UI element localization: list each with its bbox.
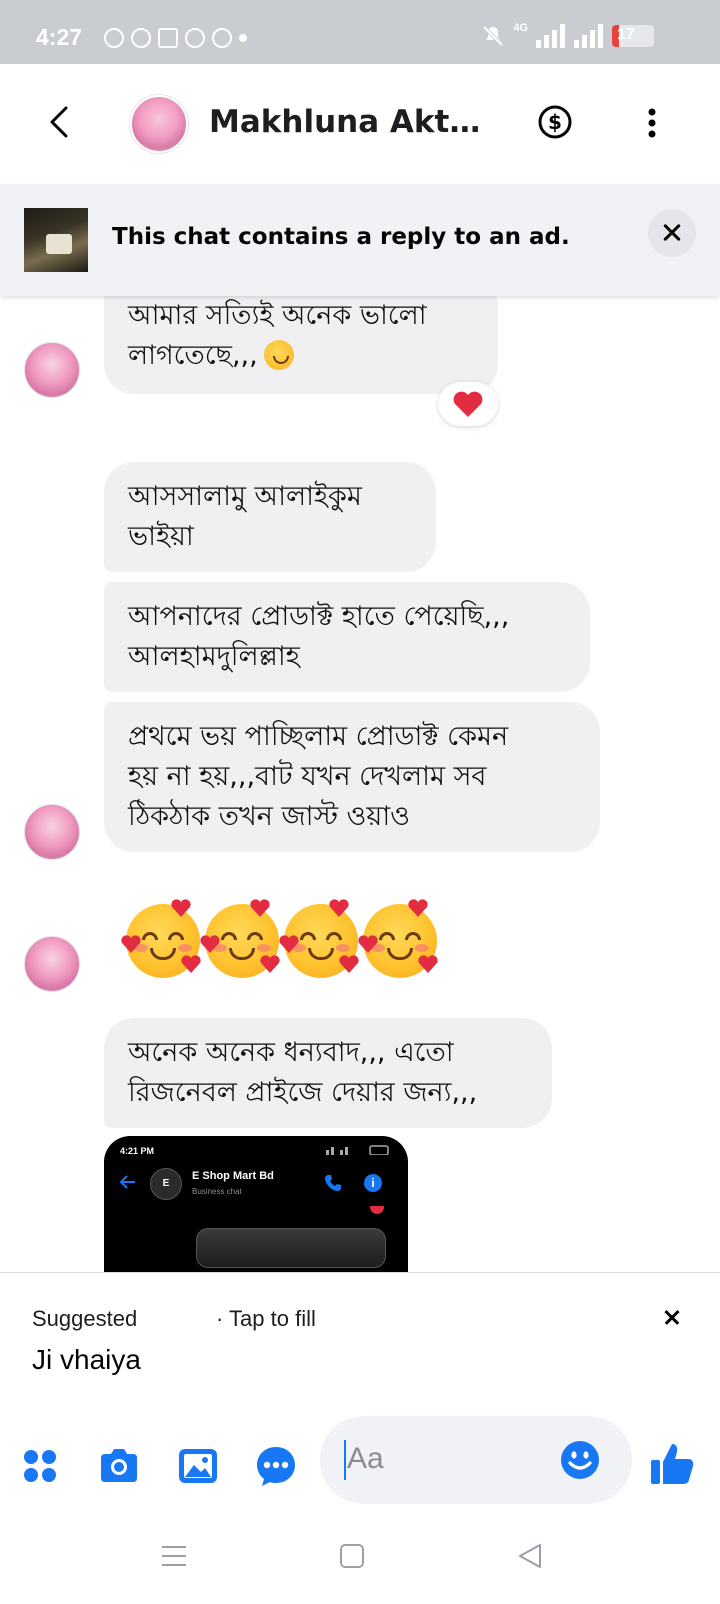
smiling-face-with-hearts-icon bbox=[200, 899, 280, 978]
close-suggestion-button[interactable] bbox=[660, 1306, 684, 1330]
message-line: রিজনেবল প্রাইজে দেয়ার জন্য,,, bbox=[128, 1077, 478, 1108]
message-bubble-icon[interactable] bbox=[254, 1444, 298, 1488]
ad-thumbnail[interactable] bbox=[24, 208, 88, 272]
attachment-preview-card bbox=[196, 1228, 386, 1268]
attachment-status-time: 4:21 PM bbox=[120, 1146, 155, 1156]
battery-level: 17 bbox=[617, 26, 635, 43]
message-line: আলহামদুলিল্লাহ bbox=[128, 641, 300, 672]
dollar-icon[interactable]: $ bbox=[538, 105, 572, 139]
info-icon: i bbox=[364, 1174, 382, 1192]
message-line: হয় না হয়,,,বাট যখন দেখলাম সব bbox=[128, 761, 487, 792]
ad-banner-text: This chat contains a reply to an ad. bbox=[112, 224, 570, 250]
sender-avatar[interactable] bbox=[24, 342, 80, 398]
sender-avatar[interactable] bbox=[24, 804, 80, 860]
message-bubble[interactable]: অনেক অনেক ধন্যবাদ,,, এতো রিজনেবল প্রাইজে… bbox=[104, 1018, 552, 1128]
notification-icons bbox=[104, 28, 247, 48]
message-bubble[interactable]: আমার সত্যিই অনেক ভালো লাগতেছে,,, bbox=[104, 296, 498, 394]
message-line: আসসালামু আলাইকুম bbox=[128, 481, 362, 512]
system-indicators: 4G 17 bbox=[481, 22, 654, 48]
message-line: ভাইয়া bbox=[128, 521, 194, 552]
ad-reply-banner: This chat contains a reply to an ad. bbox=[0, 184, 720, 296]
call-icon bbox=[325, 1175, 341, 1191]
emoji-picker-icon[interactable] bbox=[560, 1440, 600, 1480]
status-time: 4:27 bbox=[36, 24, 83, 50]
sender-avatar[interactable] bbox=[24, 936, 80, 992]
message-line: অনেক অনেক ধন্যবাদ,,, এতো bbox=[128, 1037, 454, 1068]
attachment-status-icons bbox=[326, 1145, 389, 1155]
network-type: 4G bbox=[513, 22, 528, 34]
message-bubble[interactable]: আসসালামু আলাইকুম ভাইয়া bbox=[104, 462, 436, 572]
camera-icon[interactable] bbox=[97, 1444, 141, 1488]
suggested-label: Suggested bbox=[32, 1306, 138, 1331]
battery-indicator: 17 bbox=[612, 25, 654, 47]
back-arrow-icon[interactable] bbox=[44, 104, 74, 140]
business-logo: E bbox=[150, 1168, 182, 1200]
message-list[interactable]: আমার সত্যিই অনেক ভালো লাগতেছে,,, আসসালাম… bbox=[0, 296, 720, 1272]
message-reaction[interactable] bbox=[438, 382, 498, 426]
message-line: ঠিকঠাক তখন জাস্ট ওয়াও bbox=[128, 801, 411, 832]
smiling-face-with-hearts-icon bbox=[121, 899, 201, 978]
message-line: আপনাদের প্রোডাক্ট হাতে পেয়েছি,,, bbox=[128, 601, 510, 632]
message-line: আমার সত্যিই অনেক ভালো bbox=[128, 300, 427, 331]
contact-name[interactable]: Makhluna Akt… bbox=[209, 104, 480, 140]
facebook-icon bbox=[158, 28, 178, 48]
chat-bubble-icon bbox=[212, 28, 232, 48]
smiling-face-with-hearts-icon bbox=[358, 899, 438, 978]
message-line: প্রথমে ভয় পাচ্ছিলাম প্রোডাক্ট কেমন bbox=[128, 721, 509, 752]
more-options-icon[interactable] bbox=[648, 108, 656, 138]
home-icon[interactable] bbox=[338, 1542, 366, 1570]
signal-icon bbox=[536, 24, 565, 48]
image-attachment[interactable]: 4:21 PM E E Shop Mart Bd Business chat i bbox=[104, 1136, 408, 1272]
suggested-reply[interactable]: Ji vhaiya bbox=[32, 1344, 141, 1376]
message-bubble[interactable]: প্রথমে ভয় পাচ্ছিলাম প্রোডাক্ট কেমন হয় … bbox=[104, 702, 600, 852]
back-icon[interactable] bbox=[516, 1542, 544, 1570]
smiling-face-with-hearts-icon bbox=[263, 340, 294, 370]
svg-text:$: $ bbox=[548, 110, 562, 134]
heart-reaction-icon bbox=[453, 391, 483, 417]
business-name: E Shop Mart Bd bbox=[192, 1170, 274, 1182]
message-bubble[interactable]: আপনাদের প্রোডাক্ট হাতে পেয়েছি,,, আলহামদ… bbox=[104, 582, 590, 692]
recent-apps-icon[interactable] bbox=[160, 1542, 188, 1570]
wechat-icon bbox=[104, 28, 124, 48]
text-cursor bbox=[344, 1440, 346, 1480]
composer-divider bbox=[0, 1272, 720, 1273]
tap-to-fill-hint: · Tap to fill bbox=[216, 1306, 316, 1331]
attachment-back-arrow-icon bbox=[119, 1175, 135, 1189]
more-notifications-dot bbox=[239, 34, 247, 42]
like-button-icon[interactable] bbox=[648, 1440, 696, 1488]
mute-icon bbox=[482, 25, 504, 47]
contact-avatar[interactable] bbox=[130, 95, 188, 153]
smiling-face-with-hearts-icon bbox=[279, 899, 359, 978]
gallery-icon[interactable] bbox=[176, 1444, 220, 1488]
message-line: লাগতেছে,,, bbox=[128, 340, 258, 371]
whatsapp-icon bbox=[131, 28, 151, 48]
message-input[interactable]: Aa bbox=[320, 1416, 632, 1504]
apps-menu-icon[interactable] bbox=[18, 1444, 62, 1488]
message-line-with-emoji: লাগতেছে,,, bbox=[128, 336, 474, 376]
signal-2-icon bbox=[574, 24, 603, 48]
message-input-placeholder: Aa bbox=[347, 1442, 384, 1475]
whatsapp-business-icon bbox=[185, 28, 205, 48]
chat-header: Makhluna Akt… $ bbox=[0, 64, 720, 182]
close-ad-banner-button[interactable] bbox=[648, 209, 696, 257]
status-bar: 4:27 4G 17 bbox=[0, 0, 720, 64]
system-navigation-bar bbox=[0, 1510, 720, 1604]
business-subtitle: Business chat bbox=[192, 1187, 242, 1196]
reaction-heart-icon bbox=[370, 1206, 384, 1214]
